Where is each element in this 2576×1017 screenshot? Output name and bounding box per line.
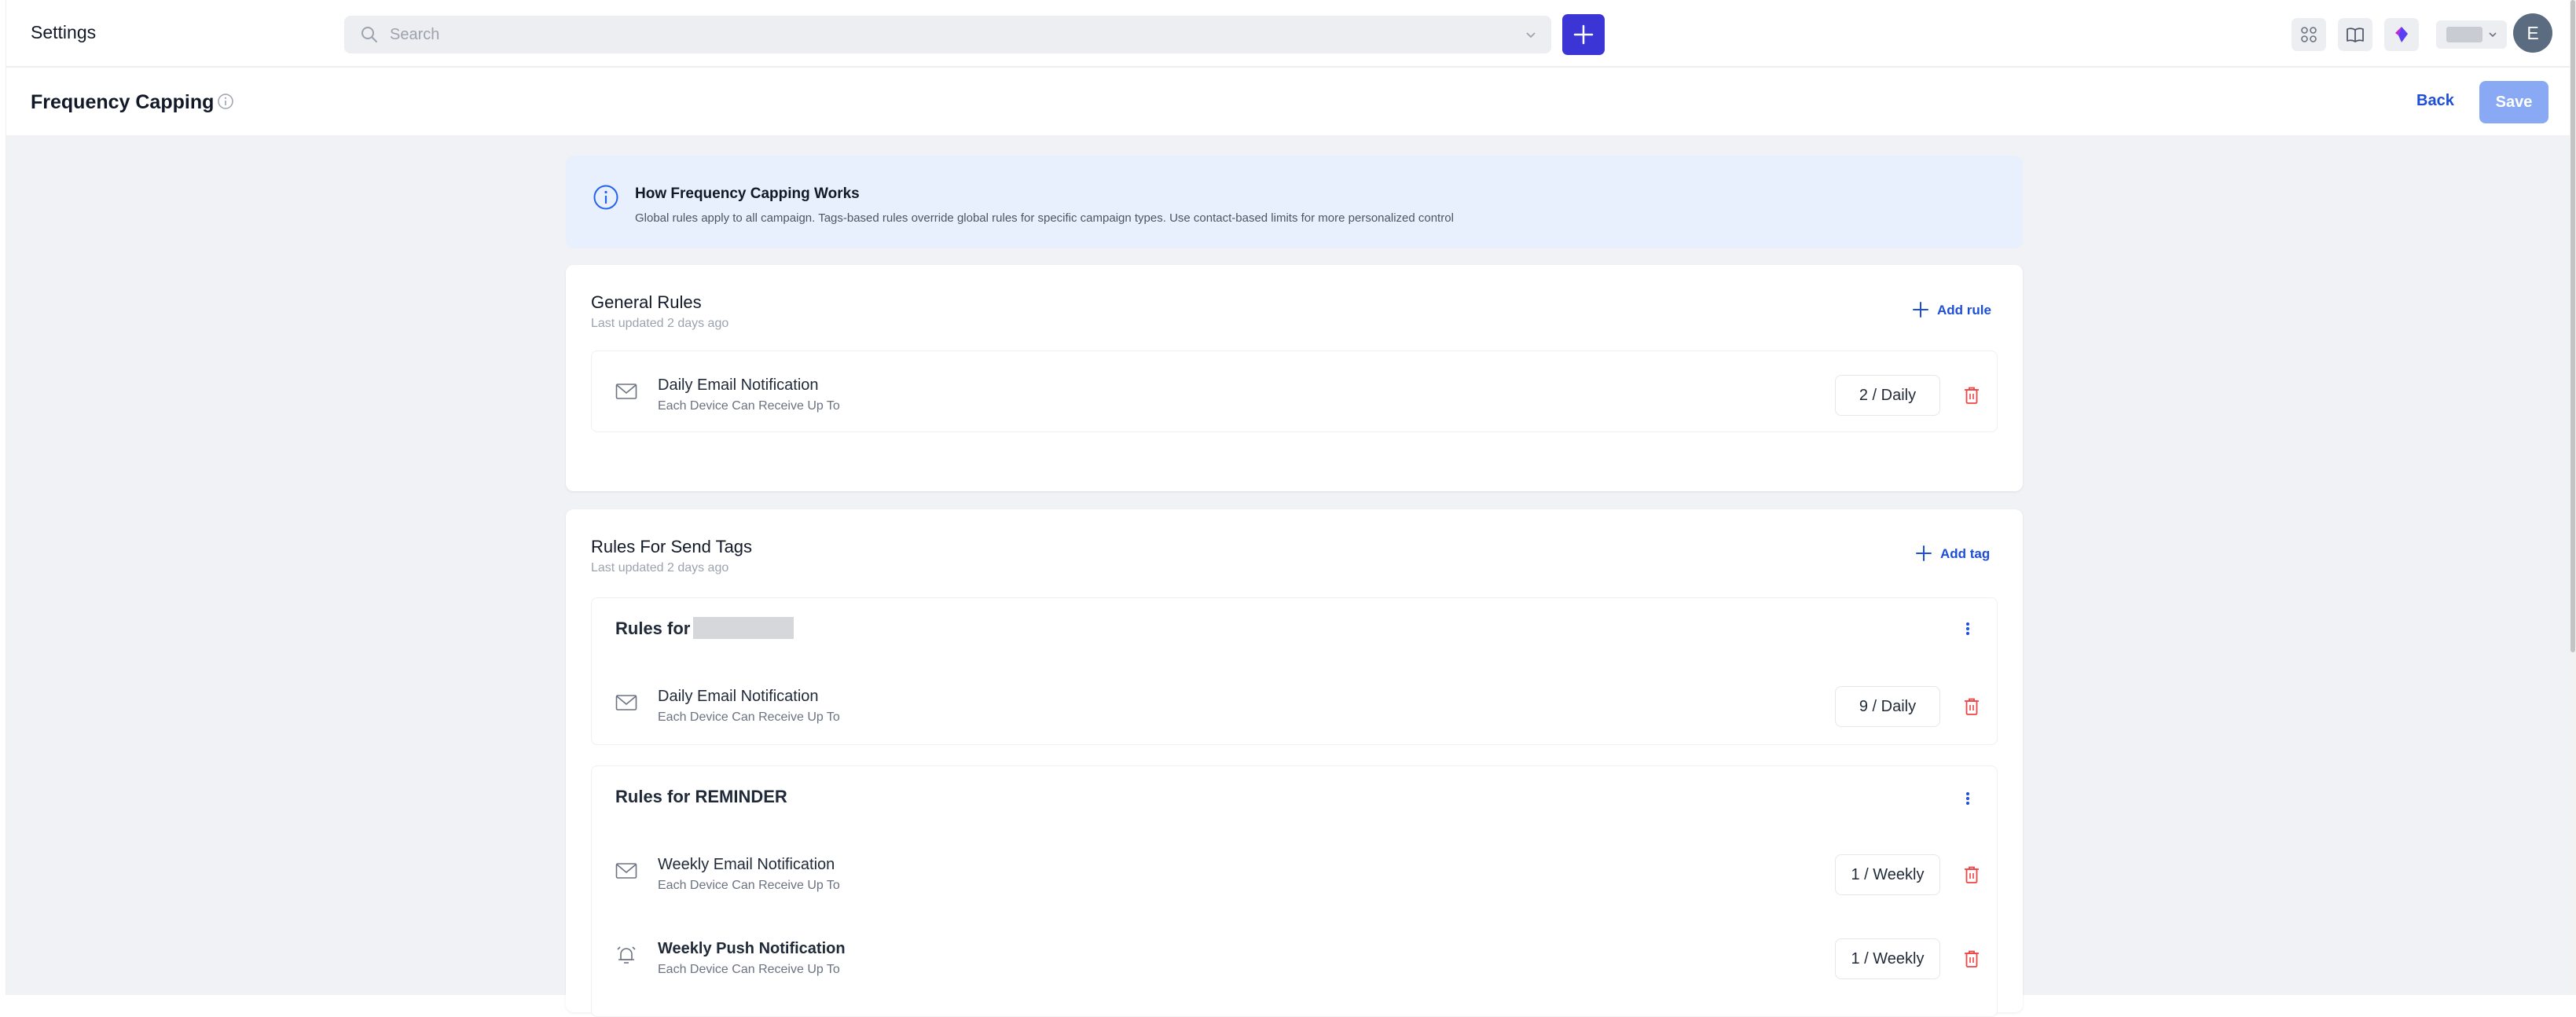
add-tag-button[interactable]: Add tag xyxy=(1914,544,1999,564)
apps-button[interactable] xyxy=(2292,18,2326,51)
envelope-icon xyxy=(615,695,637,710)
last-updated: Last updated 2 days ago xyxy=(591,317,729,330)
rule-limit[interactable]: 2 / Daily xyxy=(1835,375,1940,416)
rule-row: Daily Email Notification Each Device Can… xyxy=(592,667,1998,738)
book-icon xyxy=(2347,28,2364,42)
info-banner-text: Global rules apply to all campaign. Tags… xyxy=(635,211,1454,225)
search-placeholder: Search xyxy=(390,26,440,43)
tag-group-title: Rules for xyxy=(615,617,794,639)
brand-logo-icon xyxy=(2395,27,2408,42)
rule-name: Daily Email Notification xyxy=(658,688,819,705)
scrollbar-thumb[interactable] xyxy=(2570,0,2575,652)
plus-icon xyxy=(1916,545,1932,561)
rule-description: Each Device Can Receive Up To xyxy=(658,963,840,976)
card-title: Rules For Send Tags xyxy=(591,537,753,556)
chevron-down-icon xyxy=(2489,32,2497,38)
rule-limit[interactable]: 9 / Daily xyxy=(1835,686,1940,727)
rule-description: Each Device Can Receive Up To xyxy=(658,879,840,892)
plus-icon xyxy=(1573,24,1594,45)
search-icon xyxy=(361,27,377,42)
content-area: How Frequency Capping Works Global rules… xyxy=(6,135,2570,1017)
docs-button[interactable] xyxy=(2338,18,2372,51)
more-vertical-icon[interactable] xyxy=(1965,790,1970,807)
back-button[interactable]: Back xyxy=(2416,92,2454,110)
search-input[interactable]: Search xyxy=(344,16,1551,53)
rule-row: Daily Email Notification Each Device Can… xyxy=(592,356,1998,427)
chevron-down-icon[interactable] xyxy=(1525,28,1537,41)
window-left-edge xyxy=(0,0,6,995)
brand-button[interactable] xyxy=(2384,18,2419,51)
tag-rule-group: Rules for REMINDER Weekly Email Notifica… xyxy=(591,766,1998,1017)
plus-icon xyxy=(1913,302,1928,318)
info-icon[interactable] xyxy=(217,93,234,110)
more-vertical-icon[interactable] xyxy=(1965,620,1970,637)
card-title: General Rules xyxy=(591,292,702,312)
trash-icon[interactable] xyxy=(1963,697,1980,716)
rule-name: Daily Email Notification xyxy=(658,376,819,394)
tag-group-title-text: Rules for xyxy=(615,619,691,638)
account-switcher[interactable] xyxy=(2436,20,2507,49)
rule-name: Weekly Email Notification xyxy=(658,856,835,873)
page-header: Frequency Capping Back Save xyxy=(6,68,2570,135)
save-button[interactable]: Save xyxy=(2479,81,2548,123)
top-bar: Settings Search E xyxy=(6,0,2570,68)
rule-row: Weekly Email Notification Each Device Ca… xyxy=(592,835,1998,906)
envelope-icon xyxy=(615,384,637,399)
trash-icon[interactable] xyxy=(1963,865,1980,884)
trash-icon[interactable] xyxy=(1963,386,1980,405)
add-rule-label: Add rule xyxy=(1937,303,1991,318)
tag-rule-group: Rules for Daily Email Notification Each … xyxy=(591,597,1998,745)
send-tags-card: Rules For Send Tags Last updated 2 days … xyxy=(566,509,2023,1017)
rule-limit[interactable]: 1 / Weekly xyxy=(1835,938,1940,979)
redacted-account-name xyxy=(2446,27,2482,42)
info-banner: How Frequency Capping Works Global rules… xyxy=(566,156,2023,248)
trash-icon[interactable] xyxy=(1963,949,1980,968)
create-button[interactable] xyxy=(1562,14,1605,55)
rule-list: Daily Email Notification Each Device Can… xyxy=(591,351,1998,432)
app-title: Settings xyxy=(31,22,97,42)
rule-name: Weekly Push Notification xyxy=(658,940,846,957)
last-updated: Last updated 2 days ago xyxy=(591,561,729,575)
redacted-tag-name xyxy=(693,617,794,639)
info-banner-title: How Frequency Capping Works xyxy=(635,185,860,202)
tag-group-title: Rules for REMINDER xyxy=(615,787,787,806)
grid-icon xyxy=(2301,27,2317,42)
rule-description: Each Device Can Receive Up To xyxy=(658,710,840,724)
rule-limit[interactable]: 1 / Weekly xyxy=(1835,854,1940,895)
envelope-icon xyxy=(615,863,637,879)
rule-row: Weekly Push Notification Each Device Can… xyxy=(592,920,1998,990)
add-rule-button[interactable]: Add rule xyxy=(1911,300,1998,321)
rule-description: Each Device Can Receive Up To xyxy=(658,399,840,413)
general-rules-card: General Rules Last updated 2 days ago Ad… xyxy=(566,265,2023,491)
page-title: Frequency Capping xyxy=(31,91,215,113)
info-circle-icon xyxy=(593,185,618,210)
alarm-bell-icon xyxy=(617,946,636,964)
user-avatar[interactable]: E xyxy=(2513,13,2552,53)
add-tag-label: Add tag xyxy=(1940,546,1991,561)
